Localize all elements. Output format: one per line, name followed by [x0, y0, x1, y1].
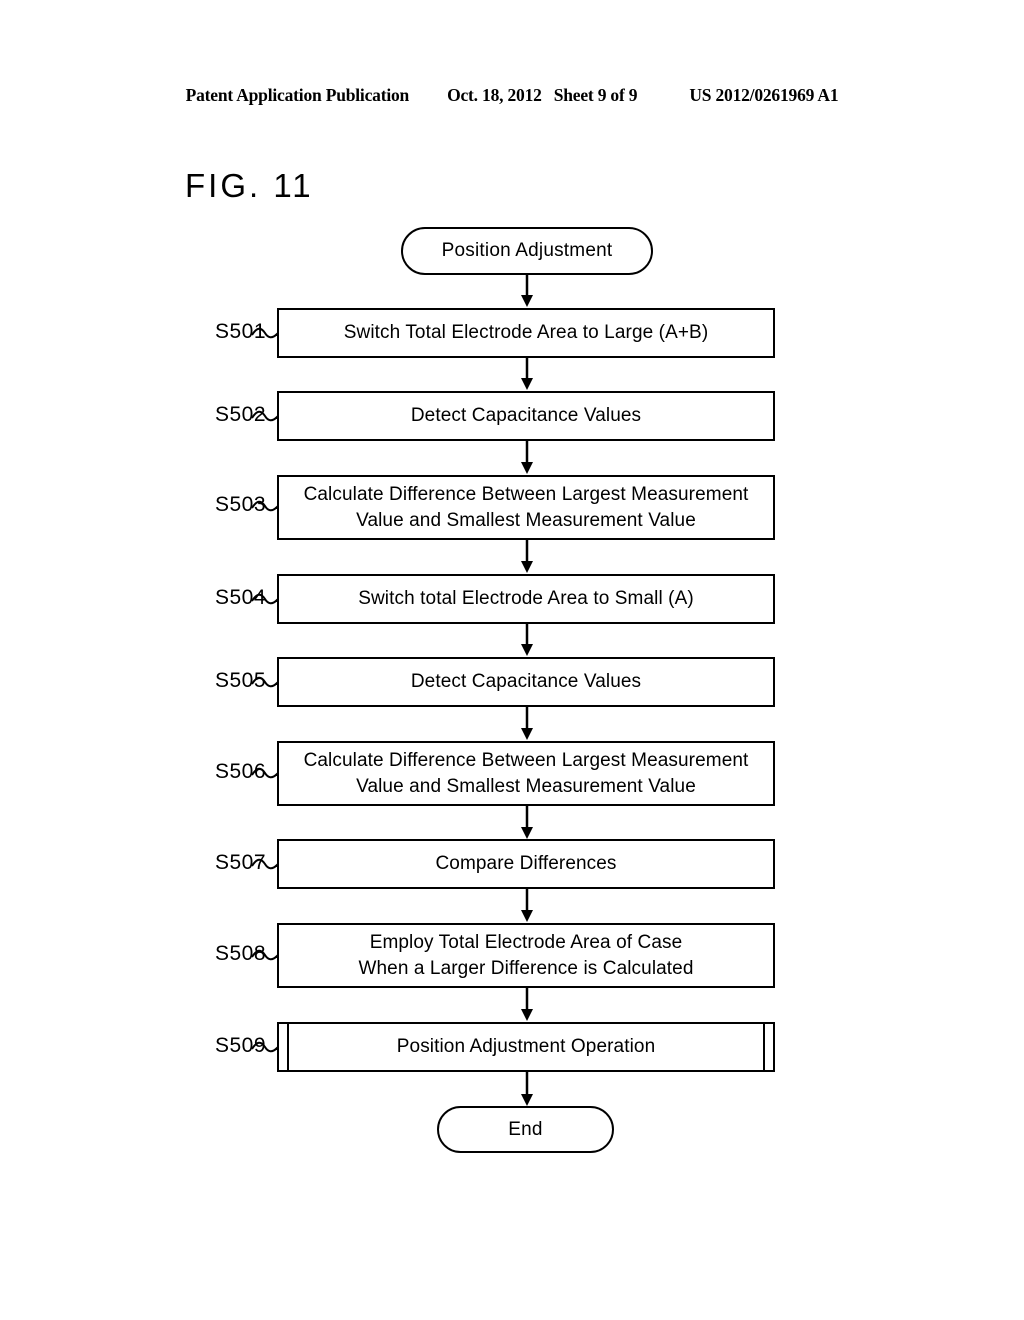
process-text-s504: Switch total Electrode Area to Small (A) [358, 588, 694, 610]
leader-line-s505 [251, 676, 279, 688]
connector-arrow-s501-s502 [521, 358, 533, 390]
connector-arrow-s504-s505 [521, 624, 533, 656]
leader-line-s508 [251, 949, 279, 961]
leader-line-s501 [251, 327, 279, 339]
process-text-s507: Compare Differences [435, 853, 617, 875]
connector-arrow-s502-s503 [521, 441, 533, 474]
process-text-s505: Detect Capacitance Values [410, 671, 642, 693]
process-text-s502: Detect Capacitance Values [410, 405, 642, 427]
flow-end-node: End [437, 1106, 614, 1153]
process-text-s503-line2: Value and Smallest Measurement Value [356, 509, 696, 531]
flow-start-node: Position Adjustment [401, 227, 653, 275]
process-box-s502: Detect Capacitance Values [277, 391, 775, 441]
connector-arrow-s505-s506 [521, 707, 533, 740]
process-text-s501: Switch Total Electrode Area to Large (A+… [343, 322, 709, 344]
connector-arrow-s508-s509 [521, 988, 533, 1021]
process-box-s506: Calculate Difference Between Largest Mea… [277, 741, 775, 806]
process-text-s508-line1: Employ Total Electrode Area of Case [369, 932, 683, 954]
leader-line-s502 [251, 410, 279, 422]
process-box-s507: Compare Differences [277, 839, 775, 889]
connector-arrow-start-s501 [521, 275, 533, 307]
connector-arrow-s506-s507 [521, 806, 533, 839]
process-box-s508: Employ Total Electrode Area of Case When… [277, 923, 775, 988]
connector-arrow-s507-s508 [521, 889, 533, 922]
leader-line-s506 [251, 767, 279, 779]
leader-line-s509 [251, 1041, 279, 1053]
process-box-s505: Detect Capacitance Values [277, 657, 775, 707]
process-text-s503-line1: Calculate Difference Between Largest Mea… [303, 484, 749, 506]
connector-arrow-s503-s504 [521, 540, 533, 573]
leader-line-s504 [251, 593, 279, 605]
connector-arrow-s509-end [521, 1072, 533, 1106]
leader-line-s503 [251, 500, 279, 512]
process-text-s506-line2: Value and Smallest Measurement Value [356, 775, 696, 797]
process-text-s508: Employ Total Electrode Area of Case When… [348, 930, 703, 980]
process-box-s503: Calculate Difference Between Largest Mea… [277, 475, 775, 540]
process-box-s501: Switch Total Electrode Area to Large (A+… [277, 308, 775, 358]
flow-end-label: End [508, 1118, 543, 1140]
process-text-s509: Position Adjustment Operation [396, 1036, 656, 1058]
flowchart: Position Adjustment S501 Switch Total El… [0, 0, 1024, 1320]
process-text-s503: Calculate Difference Between Largest Mea… [294, 482, 759, 532]
process-text-s506-line1: Calculate Difference Between Largest Mea… [303, 750, 749, 772]
leader-line-s507 [251, 858, 279, 870]
predefined-process-box-s509: Position Adjustment Operation [277, 1022, 775, 1072]
flow-start-label: Position Adjustment [441, 240, 613, 261]
process-text-s506: Calculate Difference Between Largest Mea… [294, 748, 759, 798]
process-text-s508-line2: When a Larger Difference is Calculated [358, 957, 694, 979]
process-box-s504: Switch total Electrode Area to Small (A) [277, 574, 775, 624]
